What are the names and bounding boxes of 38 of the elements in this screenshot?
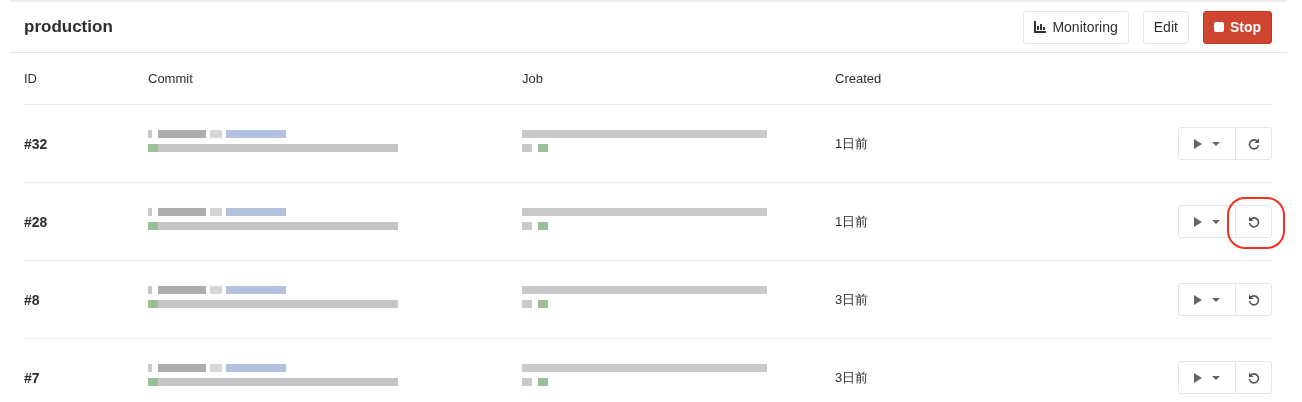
undo-icon <box>1247 215 1260 228</box>
created-time: 1日前 <box>835 212 870 231</box>
caret-icon <box>1212 219 1220 224</box>
edit-button[interactable]: Edit <box>1142 10 1189 44</box>
caret-icon <box>1212 297 1220 302</box>
column-header: Job <box>522 71 544 86</box>
redo-icon <box>1247 137 1260 150</box>
undo-icon <box>1247 371 1260 384</box>
play-dropdown-button[interactable] <box>1178 361 1236 394</box>
play-icon <box>1194 138 1202 149</box>
caret-icon <box>1212 141 1220 146</box>
created-time: 1日前 <box>835 134 870 153</box>
play-dropdown-button[interactable] <box>1178 283 1236 316</box>
column-header: ID <box>24 71 38 86</box>
play-dropdown-button[interactable] <box>1178 205 1236 238</box>
column-header: Commit <box>148 71 194 86</box>
stop-button[interactable]: Stop <box>1202 10 1272 44</box>
stop-icon <box>1213 22 1224 32</box>
created-time: 3日前 <box>835 290 870 309</box>
play-icon <box>1194 372 1202 383</box>
play-icon <box>1194 216 1202 227</box>
deployment-id: #28 <box>24 213 49 230</box>
caret-icon <box>1212 375 1220 380</box>
play-dropdown-button[interactable] <box>1178 127 1236 160</box>
deployment-id: #8 <box>24 291 41 308</box>
deployment-id: #7 <box>24 369 41 386</box>
undo-icon <box>1247 293 1260 306</box>
rollback-button[interactable] <box>1235 361 1272 394</box>
redeploy-button[interactable] <box>1235 127 1272 160</box>
created-time: 3日前 <box>835 368 870 387</box>
deployment-id: #32 <box>24 135 49 152</box>
monitoring-button[interactable]: Monitoring <box>1023 10 1129 44</box>
play-icon <box>1194 294 1202 305</box>
column-header: Created <box>835 71 883 86</box>
rollback-button[interactable] <box>1235 283 1272 316</box>
rollback-button[interactable] <box>1235 205 1272 238</box>
chart-icon <box>1034 21 1047 33</box>
environment-title: production <box>24 17 113 37</box>
